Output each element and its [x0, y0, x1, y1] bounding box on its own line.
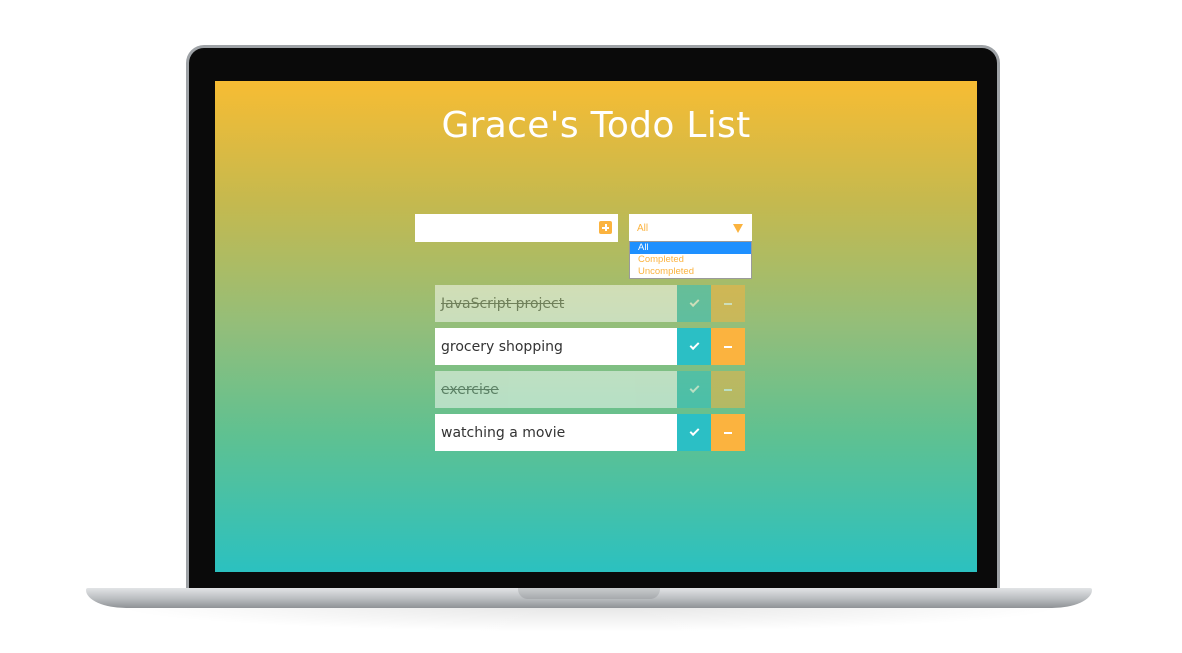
caret-down-icon — [733, 224, 743, 233]
todo-input-container — [415, 214, 618, 242]
filter-option-completed[interactable]: Completed — [630, 254, 751, 266]
delete-button[interactable] — [711, 414, 745, 451]
todo-item: exercise — [435, 371, 745, 408]
todo-input[interactable] — [415, 214, 590, 242]
check-icon — [689, 383, 699, 394]
filter-options-list: All Completed Uncompleted — [629, 241, 752, 279]
add-todo-button[interactable] — [599, 221, 612, 234]
todo-list: JavaScript project grocery shopping exer… — [435, 285, 745, 457]
minus-icon — [724, 388, 732, 391]
minus-icon — [724, 302, 732, 305]
todo-text: watching a movie — [435, 414, 677, 451]
delete-button[interactable] — [711, 328, 745, 365]
complete-button[interactable] — [677, 414, 711, 451]
complete-button[interactable] — [677, 371, 711, 408]
todo-item: JavaScript project — [435, 285, 745, 322]
filter-select[interactable]: All — [629, 214, 752, 242]
todo-text: JavaScript project — [435, 285, 677, 322]
check-icon — [689, 426, 699, 437]
complete-button[interactable] — [677, 285, 711, 322]
filter-option-uncompleted[interactable]: Uncompleted — [630, 266, 751, 278]
app-screen: Grace's Todo List All All Completed Unco… — [215, 81, 977, 572]
todo-text: grocery shopping — [435, 328, 677, 365]
filter-selected-value: All — [637, 223, 649, 234]
minus-icon — [724, 431, 732, 434]
delete-button[interactable] — [711, 371, 745, 408]
todo-item: watching a movie — [435, 414, 745, 451]
plus-square-icon-stroke — [604, 224, 607, 231]
check-icon — [689, 297, 699, 308]
laptop-notch — [518, 588, 660, 599]
complete-button[interactable] — [677, 328, 711, 365]
todo-item: grocery shopping — [435, 328, 745, 365]
todo-text: exercise — [435, 371, 677, 408]
check-icon — [689, 340, 699, 351]
minus-icon — [724, 345, 732, 348]
filter-option-all[interactable]: All — [630, 242, 751, 254]
laptop-shadow — [110, 606, 1070, 632]
page-title: Grace's Todo List — [441, 105, 751, 146]
delete-button[interactable] — [711, 285, 745, 322]
